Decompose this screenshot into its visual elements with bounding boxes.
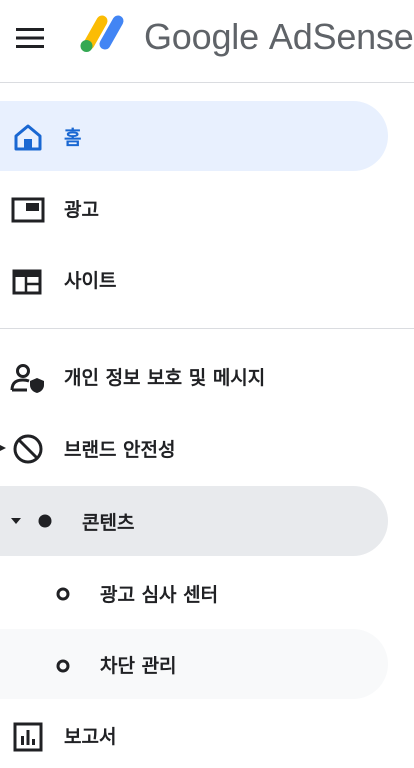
nav-item-content-label: 콘텐츠 [82, 511, 135, 534]
bar-chart-icon [13, 722, 43, 752]
brand-google-text: Google [144, 16, 259, 57]
nav-item-blocking-controls[interactable]: 차단 관리 [0, 629, 388, 699]
nav-item-reports[interactable]: 보고서 [0, 700, 388, 768]
nav-item-sites-label: 사이트 [64, 269, 117, 292]
main-menu-button[interactable] [12, 20, 48, 56]
nav-item-content[interactable]: 콘텐츠 [0, 486, 388, 556]
nav-item-privacy-messaging-label: 개인 정보 보호 및 메시지 [64, 366, 266, 389]
nav-item-privacy-messaging[interactable]: 개인 정보 보호 및 메시지 [0, 341, 388, 411]
nav-item-ads-label: 광고 [64, 198, 99, 221]
nav-item-home-label: 홈 [64, 126, 82, 149]
nav-item-reports-label: 보고서 [64, 725, 117, 748]
nav-item-ads[interactable]: 광고 [0, 173, 388, 243]
hollow-dot-icon [56, 587, 70, 601]
nav-item-brand-safety-label: 브랜드 안전성 [64, 438, 176, 461]
ad-unit-icon [11, 197, 45, 223]
nav-item-ad-review-center[interactable]: 광고 심사 센터 [0, 558, 388, 628]
filled-dot-icon [38, 514, 52, 528]
brand-product-text: AdSense [268, 16, 414, 57]
caret-down-icon[interactable] [11, 517, 21, 525]
site-layout-icon [12, 268, 42, 296]
nav-item-ad-review-center-label: 광고 심사 센터 [100, 583, 219, 606]
adsense-app: Google AdSense 홈 광고 사이트 개인 정보 보호 및 메시지 브… [0, 0, 414, 768]
app-header: Google AdSense [0, 0, 414, 82]
nav-item-blocking-controls-label: 차단 관리 [100, 654, 177, 677]
adsense-logo-icon [80, 15, 124, 52]
person-shield-icon [10, 362, 46, 394]
nav-item-brand-safety[interactable]: 브랜드 안전성 [0, 413, 388, 483]
brand-wordmark[interactable]: Google AdSense [144, 14, 414, 60]
hamburger-menu-icon [16, 28, 44, 48]
nav-item-sites[interactable]: 사이트 [0, 244, 388, 314]
caret-left-icon [0, 443, 6, 453]
home-icon [13, 122, 43, 152]
hollow-dot-icon [56, 659, 70, 673]
nav-item-home[interactable]: 홈 [0, 101, 388, 171]
section-divider [0, 328, 414, 329]
block-icon [12, 433, 44, 465]
header-divider [0, 82, 414, 83]
